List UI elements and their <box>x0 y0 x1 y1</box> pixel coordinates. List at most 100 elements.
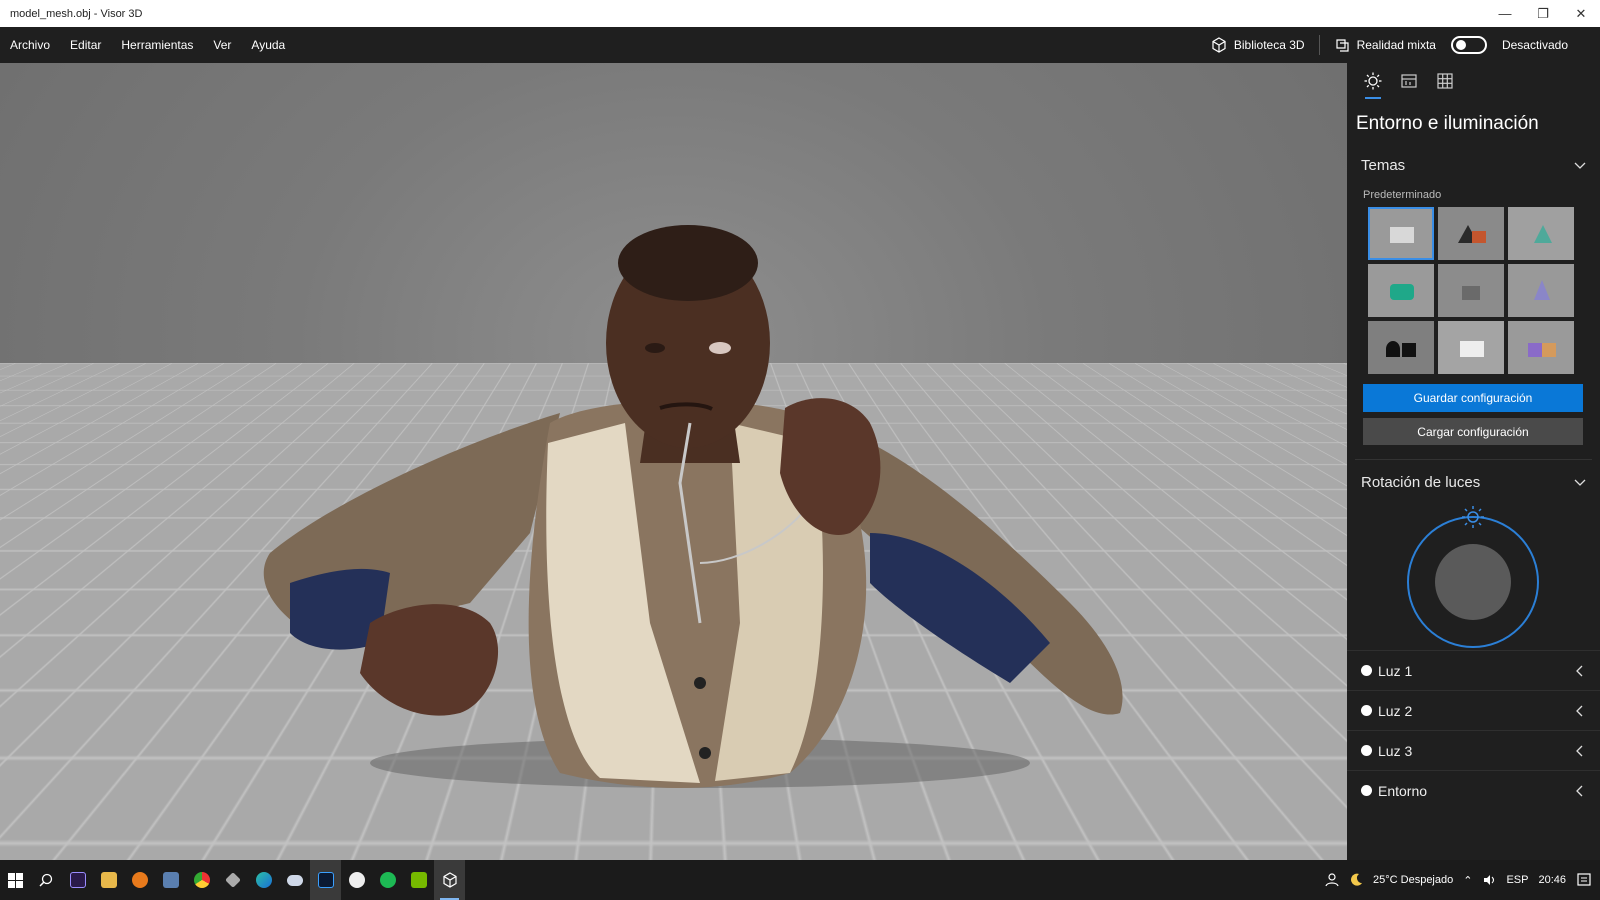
themes-grid <box>1347 207 1600 374</box>
tab-lighting[interactable] <box>1355 63 1391 99</box>
theme-5[interactable] <box>1438 264 1504 317</box>
nvidia-icon <box>411 872 427 888</box>
photoshop-icon <box>318 872 334 888</box>
taskbar-app-explorer[interactable] <box>93 860 124 900</box>
panel-tabs <box>1347 63 1600 99</box>
theme-9[interactable] <box>1508 321 1574 374</box>
viewport-3d[interactable] <box>0 63 1347 860</box>
taskbar: 25°C Despejado ⌃ ESP 20:46 <box>0 860 1600 900</box>
light-dot-icon <box>1361 665 1372 676</box>
volume-icon[interactable] <box>1482 873 1496 887</box>
chevron-down-icon <box>1574 476 1586 488</box>
mixed-reality-label: Realidad mixta <box>1357 38 1436 52</box>
app-icon <box>225 872 241 888</box>
menu-ayuda[interactable]: Ayuda <box>241 27 295 63</box>
menu-bar: Archivo Editar Herramientas Ver Ayuda Bi… <box>0 27 1600 63</box>
menu-right: Biblioteca 3D Realidad mixta Desactivado <box>1197 27 1600 63</box>
light-row-environment[interactable]: Entorno <box>1347 770 1600 810</box>
taskbar-app-chrome[interactable] <box>186 860 217 900</box>
people-icon[interactable] <box>1325 873 1339 887</box>
close-icon[interactable]: ✕ <box>1562 0 1600 27</box>
taskbar-app-circle[interactable] <box>341 860 372 900</box>
chevron-left-icon <box>1574 705 1586 717</box>
app-circle-icon <box>349 872 365 888</box>
tab-grid[interactable] <box>1427 63 1463 99</box>
magnifier-app-icon <box>132 872 148 888</box>
chevron-up-icon[interactable]: ⌃ <box>1463 874 1472 887</box>
chevron-down-icon <box>1574 159 1586 171</box>
menu-archivo[interactable]: Archivo <box>0 27 60 63</box>
edge-icon <box>256 872 272 888</box>
taskbar-app-3d-viewer[interactable] <box>434 860 465 900</box>
restore-icon[interactable]: ❐ <box>1524 0 1562 27</box>
light-dot-icon <box>1361 745 1372 756</box>
theme-8[interactable] <box>1438 321 1504 374</box>
menu-ver[interactable]: Ver <box>203 27 241 63</box>
theme-7[interactable] <box>1368 321 1434 374</box>
panel-title: Entorno e iluminación <box>1347 99 1600 149</box>
themes-section-header[interactable]: Temas <box>1347 149 1600 181</box>
light-label: Luz 2 <box>1378 703 1574 719</box>
light-rotation-dial[interactable] <box>1347 498 1600 650</box>
environment-panel: Entorno e iluminación Temas Predetermina… <box>1347 63 1600 860</box>
light-dot-icon <box>1361 785 1372 796</box>
title-bar: model_mesh.obj - Visor 3D — ❐ ✕ <box>0 0 1600 27</box>
spotify-icon <box>380 872 396 888</box>
light-rotation-heading: Rotación de luces <box>1361 474 1480 491</box>
theme-6[interactable] <box>1508 264 1574 317</box>
light-label: Luz 3 <box>1378 743 1574 759</box>
theme-2[interactable] <box>1438 207 1504 260</box>
tab-stats[interactable] <box>1391 63 1427 99</box>
save-settings-button[interactable]: Guardar configuración <box>1363 384 1583 412</box>
system-tray: 25°C Despejado ⌃ ESP 20:46 <box>1325 860 1600 900</box>
taskbar-app-photoshop[interactable] <box>310 860 341 900</box>
window-title: model_mesh.obj - Visor 3D <box>0 8 1486 20</box>
light-dot-icon <box>1361 705 1372 716</box>
light-row-3[interactable]: Luz 3 <box>1347 730 1600 770</box>
taskbar-app-nvidia[interactable] <box>403 860 434 900</box>
notifications-icon[interactable] <box>1576 872 1592 888</box>
taskbar-app-search[interactable] <box>124 860 155 900</box>
language-indicator[interactable]: ESP <box>1506 874 1528 886</box>
themes-heading: Temas <box>1361 157 1405 174</box>
theme-3[interactable] <box>1508 207 1574 260</box>
light-rotation-wheel[interactable] <box>1347 498 1600 650</box>
light-label: Entorno <box>1378 783 1574 799</box>
taskbar-app-calculator[interactable] <box>155 860 186 900</box>
menu-herramientas[interactable]: Herramientas <box>111 27 203 63</box>
load-settings-button[interactable]: Cargar configuración <box>1363 418 1583 445</box>
taskbar-app-cloud[interactable] <box>279 860 310 900</box>
taskbar-app-unknown[interactable] <box>217 860 248 900</box>
clock[interactable]: 20:46 <box>1538 874 1566 886</box>
cloud-icon <box>287 875 303 886</box>
search-icon <box>39 873 54 888</box>
theme-1[interactable] <box>1368 207 1434 260</box>
mixed-reality-state: Desactivado <box>1502 38 1568 52</box>
cube-icon <box>1211 37 1227 53</box>
search-button[interactable] <box>31 860 62 900</box>
taskbar-app-premiere[interactable] <box>62 860 93 900</box>
section-divider <box>1355 459 1592 460</box>
mixed-reality-button[interactable]: Realidad mixta Desactivado <box>1320 27 1582 63</box>
taskbar-app-spotify[interactable] <box>372 860 403 900</box>
library-3d-button[interactable]: Biblioteca 3D <box>1197 27 1319 63</box>
start-button[interactable] <box>0 860 31 900</box>
library-3d-label: Biblioteca 3D <box>1234 38 1305 52</box>
menu-editar[interactable]: Editar <box>60 27 111 63</box>
chrome-icon <box>194 872 210 888</box>
chevron-left-icon <box>1574 785 1586 797</box>
themes-sublabel: Predeterminado <box>1347 181 1600 207</box>
taskbar-app-edge[interactable] <box>248 860 279 900</box>
mixed-reality-toggle[interactable] <box>1451 36 1487 54</box>
windows-icon <box>8 873 23 888</box>
theme-4[interactable] <box>1368 264 1434 317</box>
light-row-1[interactable]: Luz 1 <box>1347 650 1600 690</box>
chevron-left-icon <box>1574 745 1586 757</box>
weather-text[interactable]: 25°C Despejado <box>1373 874 1453 886</box>
light-row-2[interactable]: Luz 2 <box>1347 690 1600 730</box>
stats-icon <box>1400 72 1418 90</box>
light-rotation-header[interactable]: Rotación de luces <box>1347 466 1600 498</box>
model-mesh[interactable] <box>0 63 1347 860</box>
minimize-icon[interactable]: — <box>1486 0 1524 27</box>
mixed-reality-icon <box>1334 37 1350 53</box>
